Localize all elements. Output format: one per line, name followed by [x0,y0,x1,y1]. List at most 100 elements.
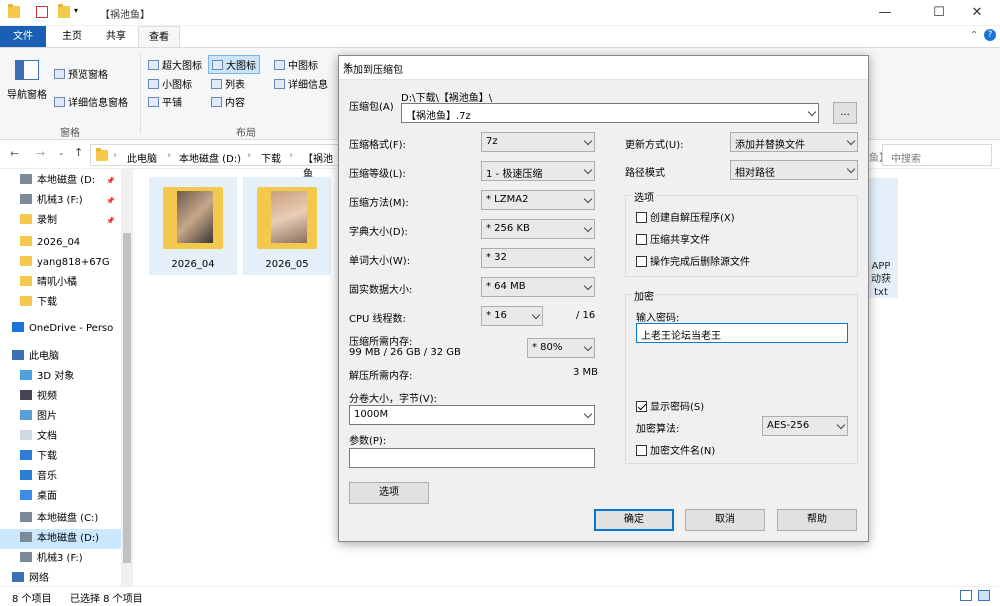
nav-item[interactable]: 2026_04 [0,233,121,253]
archive-name-combo[interactable]: 【祸池鱼】.7z [401,103,819,123]
nav-item[interactable]: 本地磁盘 (D: 📌 [0,171,121,191]
volume-combo[interactable]: 1000M [349,405,595,425]
update-select[interactable]: 添加并替换文件 [730,132,858,152]
tab-file[interactable]: 文件 [0,26,46,47]
nav-item-label: 机械3 (F:) [37,553,83,564]
format-select[interactable]: 7z [481,132,595,152]
nav-item[interactable]: 视频 [0,387,121,407]
nav-item[interactable]: 桌面 [0,487,121,507]
help-icon[interactable]: ? [984,29,996,41]
tiles-icon [148,97,159,107]
file-item[interactable]: 2026_05 [243,177,331,275]
solid-select[interactable]: * 64 MB [481,277,595,297]
solid-label: 固实数据大小: [349,285,413,296]
help-button[interactable]: 帮助 [777,509,857,531]
pin-icon[interactable]: 📌 [106,171,115,191]
nav-item[interactable]: 本地磁盘 (C:) [0,509,121,529]
nav-item-label: 晴叽小橘 [37,277,77,288]
dict-select[interactable]: * 256 KB [481,219,595,239]
nav-item[interactable]: 晴叽小橘 [0,273,121,293]
pathmode-select[interactable]: 相对路径 [730,160,858,180]
ribbon-collapse-icon[interactable]: ⌃ [970,30,978,41]
navigation-pane-button[interactable]: 导航窗格 [7,86,47,101]
tab-view[interactable]: 查看 [138,26,180,47]
nav-item[interactable]: 图片 [0,407,121,427]
tiles-option[interactable]: 平铺 [148,94,182,109]
nav-item[interactable]: 下载 [0,293,121,313]
folder-thumbnail [177,191,213,243]
options-button[interactable]: 选项 [349,482,429,504]
preview-pane-button[interactable]: 预览窗格 [54,66,108,81]
background-file-item[interactable]: APP 动获 txt [864,178,898,298]
up-arrow-icon[interactable]: ↑ [74,146,83,159]
delete-after-checkbox[interactable]: 操作完成后删除源文件 [636,253,750,268]
nav-item-label: 录制 [37,215,57,226]
breadcrumb-downloads[interactable]: 下载 [261,150,281,165]
nav-item[interactable]: 机械3 (F:) [0,549,121,569]
nav-item[interactable]: 音乐 [0,467,121,487]
method-select[interactable]: * LZMA2 [481,190,595,210]
minimize-button[interactable]: — [862,0,908,26]
password-input[interactable]: 上老王论坛当老王 [636,323,848,343]
nav-item[interactable]: OneDrive - Perso [0,319,121,339]
mem-percent-select[interactable]: * 80% [527,338,595,358]
nav-item[interactable]: 机械3 (F:) 📌 [0,191,121,211]
browse-button[interactable]: ... [833,102,857,124]
nav-item[interactable]: 文档 [0,427,121,447]
nav-item-label: 图片 [37,411,57,422]
back-arrow-icon[interactable]: ← [10,147,19,160]
word-select[interactable]: * 32 [481,248,595,268]
tab-home[interactable]: 主页 [52,26,92,47]
close-button[interactable]: ✕ [954,0,1000,26]
large-icons-view-icon[interactable] [978,590,990,601]
cloud-icon [12,322,24,332]
nav-item[interactable]: 此电脑 [0,347,121,367]
enc-method-select[interactable]: AES-256 [762,416,848,436]
breadcrumb-current-folder[interactable]: 【祸池鱼 [303,150,341,180]
nav-scrollbar[interactable] [121,169,133,586]
small-icons-option[interactable]: 小图标 [148,76,192,91]
quick-access-dropdown-icon[interactable]: ▾ [74,6,86,18]
new-folder-icon[interactable] [58,4,70,18]
pin-icon[interactable]: 📌 [106,211,115,231]
pin-icon[interactable]: 📌 [106,191,115,211]
large-icons-option[interactable]: 大图标 [208,55,260,74]
nav-item-label: 下载 [37,451,57,462]
address-field[interactable]: › 此电脑 › 本地磁盘 (D:) › 下载 › 【祸池鱼 [90,144,342,180]
sfx-checkbox[interactable]: 创建自解压程序(X) [636,209,735,224]
nav-item[interactable]: 本地磁盘 (D:) [0,529,121,549]
nav-item[interactable]: yang818+67G [0,253,121,273]
ok-button[interactable]: 确定 [594,509,674,531]
medium-icons-option[interactable]: 中图标 [274,57,318,72]
pc-icon [12,350,24,360]
details-pane-button[interactable]: 详细信息窗格 [54,94,128,109]
list-option[interactable]: 列表 [211,76,245,91]
show-password-checkbox[interactable]: 显示密码(S) [636,398,704,413]
dialog-close-icon[interactable]: ✕ [343,61,862,72]
shared-files-checkbox[interactable]: 压缩共享文件 [636,231,710,246]
level-select[interactable]: 1 - 极速压缩 [481,161,595,181]
details-view-icon[interactable] [960,590,972,601]
nav-item[interactable]: 下载 [0,447,121,467]
cpu-select[interactable]: * 16 [481,306,543,326]
recent-locations-icon[interactable]: ⌄ [58,148,65,157]
params-input[interactable] [349,448,595,468]
encrypt-names-checkbox[interactable]: 加密文件名(N) [636,442,715,457]
navigation-pane-icon[interactable] [15,60,39,80]
search-input[interactable]: 中搜索 [882,144,992,166]
properties-icon[interactable] [36,6,48,18]
content-option[interactable]: 内容 [211,94,245,109]
nav-scrollbar-thumb[interactable] [123,233,131,563]
nav-item[interactable]: 录制 📌 [0,211,121,231]
forward-arrow-icon[interactable]: → [36,147,45,160]
extra-large-icons-option[interactable]: 超大图标 [148,57,202,72]
file-item[interactable]: 2026_04 [149,177,237,275]
folder-icon [96,148,108,161]
details-option[interactable]: 详细信息 [274,76,328,91]
nav-item[interactable]: 3D 对象 [0,367,121,387]
tab-share[interactable]: 共享 [96,26,136,47]
breadcrumb-drive-d[interactable]: 本地磁盘 (D:) [179,150,241,165]
breadcrumb-this-pc[interactable]: 此电脑 [127,150,157,165]
status-selected-count: 已选择 8 个项目 [70,594,143,605]
cancel-button[interactable]: 取消 [685,509,765,531]
